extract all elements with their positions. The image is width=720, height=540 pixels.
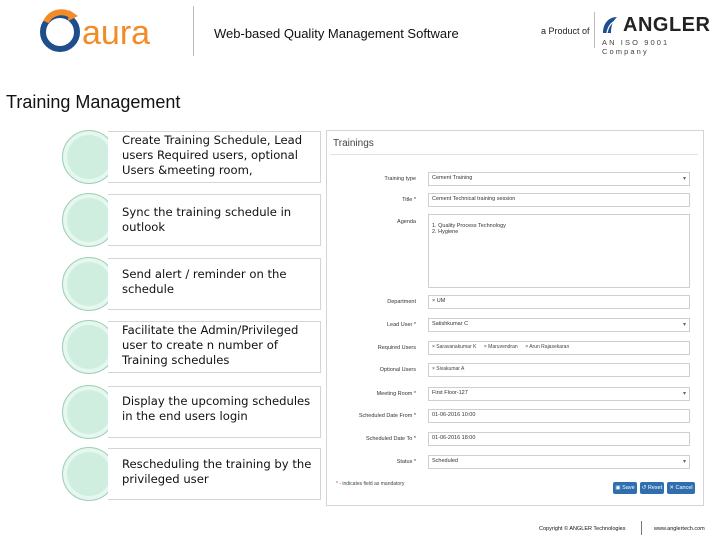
save-button[interactable]: ▣ Save	[613, 482, 637, 494]
page-title: Training Management	[6, 92, 181, 112]
training-type-value: Cement Training	[432, 175, 473, 181]
cancel-icon: ✕	[669, 485, 674, 491]
department-value: × UM	[432, 298, 446, 304]
training-type-label: Training type	[384, 176, 416, 182]
feature-item: Send alert / reminder on the schedule	[62, 257, 321, 311]
required-user-tag[interactable]: × Arun Rajasekaran	[525, 344, 569, 350]
meeting-room-label: Meeting Room *	[376, 391, 416, 397]
angler-emblem-icon	[601, 15, 619, 40]
chevron-down-icon: ▾	[682, 322, 686, 328]
chevron-down-icon: ▾	[682, 459, 686, 465]
company-subtitle: AN ISO 9001 Company	[602, 38, 670, 56]
scheduled-date-from-input[interactable]: 01-06-2016 10:00	[428, 409, 690, 423]
required-star: *	[336, 481, 338, 487]
scheduled-date-from-label: Scheduled Date From *	[358, 413, 416, 419]
feature-item: Rescheduling the training by the privile…	[62, 447, 321, 501]
required-users-multiselect[interactable]: × Saravanakumar K × Maruvendran × Arun R…	[428, 341, 690, 355]
meeting-room-value: First Floor-127	[432, 390, 468, 396]
department-select[interactable]: × UM	[428, 295, 690, 309]
required-users-label: Required Users	[377, 345, 416, 351]
scheduled-date-to-input[interactable]: 01-06-2016 18:00	[428, 432, 690, 446]
reset-button[interactable]: ↺ Reset	[640, 482, 664, 494]
scheduled-date-to-label: Scheduled Date To *	[365, 436, 416, 442]
feature-item: Sync the training schedule in outlook	[62, 193, 321, 247]
agenda-label: Agenda	[397, 219, 416, 225]
cancel-button[interactable]: ✕ Cancel	[667, 482, 695, 494]
lead-user-value: Satishkumar C	[432, 321, 469, 327]
title-input[interactable]: Cement Technical training session	[428, 193, 690, 207]
required-user-tag[interactable]: × Saravanakumar K	[432, 344, 476, 350]
product-of-label: a Product of	[541, 26, 590, 36]
training-type-select[interactable]: Cement Training ▾	[428, 172, 690, 186]
reset-icon: ↺	[641, 485, 647, 491]
required-user-tag[interactable]: × Maruvendran	[484, 344, 518, 350]
footer-website-link[interactable]: www.anglertech.com	[654, 526, 705, 532]
aura-logo-text: aura	[82, 14, 150, 52]
reset-button-label: Reset	[647, 485, 663, 491]
title-label: Title *	[402, 197, 416, 203]
header-title: Web-based Quality Management Software	[214, 26, 459, 41]
status-value: Scheduled	[432, 458, 458, 464]
angler-divider	[594, 12, 595, 48]
cancel-button-label: Cancel	[675, 485, 693, 491]
feature-text: Display the upcoming schedules in the en…	[122, 394, 311, 423]
save-icon: ▣	[615, 485, 621, 491]
chevron-down-icon: ▾	[682, 391, 686, 397]
feature-item: Facilitate the Admin/Privileged user to …	[62, 320, 321, 374]
optional-user-tag[interactable]: × Sivakumar A	[432, 366, 464, 372]
company-name: ANGLER	[623, 14, 711, 36]
meeting-room-select[interactable]: First Floor-127 ▾	[428, 387, 690, 401]
form-title: Trainings	[333, 138, 374, 149]
department-label: Department	[387, 299, 416, 305]
title-value: Cement Technical training session	[432, 196, 516, 202]
agenda-value: 1. Quality Process Technology 2. Hygiene	[432, 223, 506, 235]
chevron-down-icon: ▾	[682, 176, 686, 182]
save-button-label: Save	[622, 485, 635, 491]
feature-text: Sync the training schedule in outlook	[122, 205, 292, 234]
lead-user-select[interactable]: Satishkumar C ▾	[428, 318, 690, 332]
feature-item: Display the upcoming schedules in the en…	[62, 385, 321, 439]
mandatory-note-text: - indicates field as mandatory	[339, 481, 405, 487]
scheduled-date-from-value: 01-06-2016 10:00	[432, 412, 476, 418]
feature-text: Facilitate the Admin/Privileged user to …	[122, 323, 299, 367]
optional-users-multiselect[interactable]: × Sivakumar A	[428, 363, 690, 377]
status-select[interactable]: Scheduled ▾	[428, 455, 690, 469]
header-divider	[193, 6, 194, 56]
feature-text: Rescheduling the training by the privile…	[122, 457, 312, 486]
footer-divider	[641, 521, 642, 535]
scheduled-date-to-value: 01-06-2016 18:00	[432, 435, 476, 441]
feature-text: Send alert / reminder on the schedule	[122, 267, 287, 296]
lead-user-label: Lead User *	[386, 322, 416, 328]
mandatory-note: * - indicates field as mandatory	[336, 481, 404, 487]
aura-logo: aura	[38, 4, 188, 60]
aura-logo-graphic: aura	[40, 9, 150, 52]
agenda-textarea[interactable]: 1. Quality Process Technology 2. Hygiene	[428, 214, 690, 288]
feature-text: Create Training Schedule, Lead users Req…	[122, 133, 303, 177]
footer-copyright: Copyright © ANGLER Technologies	[539, 526, 626, 532]
optional-users-label: Optional Users	[379, 367, 416, 373]
feature-item: Create Training Schedule, Lead users Req…	[62, 130, 321, 184]
status-label: Status *	[396, 459, 416, 465]
form-title-divider	[330, 154, 698, 155]
